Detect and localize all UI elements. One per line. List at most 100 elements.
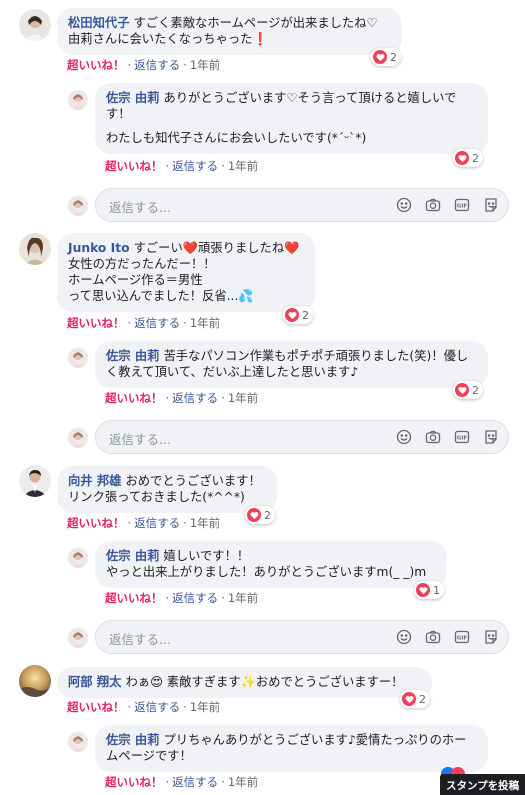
comment-author[interactable]: 松田知代子	[68, 16, 130, 30]
comment-author[interactable]: 佐宗 由莉	[106, 349, 159, 363]
timestamp[interactable]: 1年前	[190, 516, 220, 530]
like-button[interactable]: 超いいね！	[67, 58, 125, 72]
reply-actions: 超いいね！ · 返信する · 1年前	[105, 391, 259, 405]
like-button[interactable]: 超いいね！	[105, 591, 163, 605]
like-button[interactable]: 超いいね！	[67, 316, 125, 330]
heart-icon	[455, 383, 469, 397]
reply-actions: 超いいね！ · 返信する · 1年前	[105, 159, 259, 173]
reaction-count[interactable]: 2	[283, 306, 313, 324]
reply-bubble: 佐宗 由莉 嬉しいです！！ やっと出来上がりました！ありがとうございますm(_ _…	[95, 541, 447, 588]
sticker-icon[interactable]	[482, 428, 500, 446]
avatar[interactable]	[19, 9, 51, 41]
heart-icon	[416, 583, 430, 597]
timestamp[interactable]: 1年前	[190, 316, 220, 330]
like-button[interactable]: 超いいね！	[67, 700, 125, 714]
reply-button[interactable]: 返信する	[134, 700, 180, 714]
timestamp[interactable]: 1年前	[190, 700, 220, 714]
comment-actions: 超いいね！ · 返信する · 1年前	[67, 700, 221, 714]
like-button[interactable]: 超いいね！	[105, 391, 163, 405]
comment-bubble: 向井 邦雄 おめでとうございます！ リンク張っておきました(*^^*)	[57, 466, 277, 513]
reply-actions: 超いいね！ · 返信する · 1年前	[105, 591, 259, 605]
reply-button[interactable]: 返信する	[134, 316, 180, 330]
avatar[interactable]	[19, 665, 51, 697]
comment-author[interactable]: Junko Ito	[68, 241, 130, 255]
comment-text: って思い込んでました！反省...💦	[68, 289, 254, 303]
comment-text: ホームページ作る＝男性	[68, 273, 203, 287]
heart-icon	[402, 692, 416, 706]
comment-author[interactable]: 佐宗 由莉	[106, 91, 159, 105]
comment-text: すごく素敵なホームページが出来ましたね♡	[133, 16, 378, 30]
gif-icon[interactable]: GIF	[453, 428, 471, 446]
avatar[interactable]	[68, 90, 88, 110]
sticker-icon[interactable]	[482, 196, 500, 214]
reply-text: やっと出来上がりました！ありがとうございますm(_ _)m	[106, 565, 427, 579]
reply-text: わたしも知代子さんにお会いしたいです(*´ᵕ`*)	[106, 131, 367, 145]
reaction-count[interactable]: 1	[414, 581, 444, 599]
comment-author[interactable]: 佐宗 由莉	[106, 733, 159, 747]
reaction-count[interactable]: 2	[453, 149, 483, 167]
avatar	[68, 196, 88, 216]
reply-input[interactable]: 返信する... GIF	[95, 188, 509, 222]
avatar	[68, 428, 88, 448]
comment-text: わぁ😍 素敵すぎます✨おめでとうございますー！	[125, 675, 404, 689]
reaction-count[interactable]: 2	[453, 381, 483, 399]
camera-icon[interactable]	[424, 196, 442, 214]
reply-text: 苦手なパソコン作業もポチポチ頑張りました(笑)！優しく教えて頂いて、だいぶ上達し…	[106, 349, 469, 379]
gif-icon[interactable]: GIF	[453, 628, 471, 646]
reply-button[interactable]: 返信する	[134, 516, 180, 530]
sticker-tooltip: スタンプを投稿	[440, 774, 525, 795]
comment-actions: 超いいね！ · 返信する · 1年前	[67, 58, 221, 72]
reply-button[interactable]: 返信する	[172, 159, 218, 173]
comment-author[interactable]: 向井 邦雄	[68, 474, 121, 488]
comment-text: リンク張っておきました(*^^*)	[68, 490, 245, 504]
reaction-count[interactable]: 2	[245, 506, 275, 524]
like-button[interactable]: 超いいね！	[105, 775, 163, 789]
timestamp[interactable]: 1年前	[228, 775, 258, 789]
timestamp[interactable]: 1年前	[228, 159, 258, 173]
reply-input[interactable]: 返信する... GIF	[95, 420, 509, 454]
timestamp[interactable]: 1年前	[190, 58, 220, 72]
reaction-count[interactable]: 2	[400, 690, 430, 708]
like-button[interactable]: 超いいね！	[67, 516, 125, 530]
like-button[interactable]: 超いいね！	[105, 159, 163, 173]
reply-text: 嬉しいです！！	[163, 549, 250, 563]
comment-author[interactable]: 佐宗 由莉	[106, 549, 159, 563]
svg-text:GIF: GIF	[457, 636, 468, 642]
heart-icon	[455, 151, 469, 165]
comment-text: 由莉さんに会いたくなっちゃった❗	[68, 32, 268, 46]
camera-icon[interactable]	[424, 628, 442, 646]
avatar[interactable]	[19, 233, 51, 265]
heart-icon	[373, 50, 387, 64]
avatar[interactable]	[68, 732, 88, 752]
sticker-icon[interactable]	[482, 628, 500, 646]
comment-author[interactable]: 阿部 翔太	[68, 675, 121, 689]
smiley-icon[interactable]	[395, 196, 413, 214]
avatar[interactable]	[68, 348, 88, 368]
reply-input[interactable]: 返信する... GIF	[95, 620, 509, 654]
reply-text: プリちゃんありがとうございます♪愛情たっぷりのホームページです！	[106, 733, 467, 763]
avatar	[68, 628, 88, 648]
reply-button[interactable]: 返信する	[172, 391, 218, 405]
reaction-count[interactable]: 2	[371, 48, 401, 66]
heart-icon	[285, 308, 299, 322]
reply-button[interactable]: 返信する	[134, 58, 180, 72]
comment-bubble: 阿部 翔太 わぁ😍 素敵すぎます✨おめでとうございますー！	[57, 667, 432, 698]
camera-icon[interactable]	[424, 428, 442, 446]
comment-bubble: Junko Ito すごーい❤️頑張りましたね❤️ 女性の方だったんだー！！ ホー…	[57, 233, 315, 312]
comment-actions: 超いいね！ · 返信する · 1年前	[67, 316, 221, 330]
gif-icon[interactable]: GIF	[453, 196, 471, 214]
reply-actions: 超いいね！ · 返信する · 1年前	[105, 775, 259, 789]
timestamp[interactable]: 1年前	[228, 391, 258, 405]
avatar[interactable]	[19, 465, 51, 497]
timestamp[interactable]: 1年前	[228, 591, 258, 605]
avatar[interactable]	[68, 548, 88, 568]
comment-bubble: 松田知代子 すごく素敵なホームページが出来ましたね♡ 由莉さんに会いたくなっちゃっ…	[57, 8, 402, 55]
smiley-icon[interactable]	[395, 428, 413, 446]
reply-button[interactable]: 返信する	[172, 775, 218, 789]
reply-button[interactable]: 返信する	[172, 591, 218, 605]
comment-actions: 超いいね！ · 返信する · 1年前	[67, 516, 221, 530]
smiley-icon[interactable]	[395, 628, 413, 646]
svg-text:GIF: GIF	[457, 204, 468, 210]
comment-text: すごーい❤️頑張りましたね❤️	[133, 241, 300, 255]
comment-text: おめでとうございます！	[125, 474, 261, 488]
